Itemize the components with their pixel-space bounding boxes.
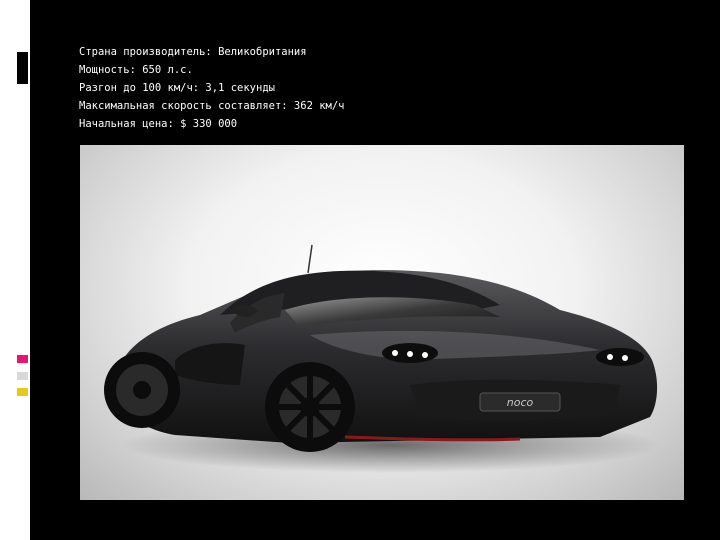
headlight-right xyxy=(596,348,644,366)
car-photo: noco xyxy=(80,145,684,500)
left-black-marker xyxy=(17,52,28,84)
plate-badge: noco xyxy=(507,396,534,409)
sports-car-illustration: noco xyxy=(104,244,660,473)
accent-gray-marker xyxy=(17,372,28,380)
accent-pink-marker xyxy=(17,355,28,363)
spec-acceleration: Разгон до 100 км/ч: 3,1 секунды xyxy=(79,82,275,94)
accent-yellow-marker xyxy=(17,388,28,396)
car-specs-text: Страна производитель: Великобритания Мощ… xyxy=(79,43,345,133)
spec-power: Мощность: 650 л.с. xyxy=(79,64,193,76)
spec-country: Страна производитель: Великобритания xyxy=(79,46,307,58)
spec-top-speed: Максимальная скорость составляет: 362 км… xyxy=(79,100,345,112)
spec-price: Начальная цена: $ 330 000 xyxy=(79,118,238,130)
